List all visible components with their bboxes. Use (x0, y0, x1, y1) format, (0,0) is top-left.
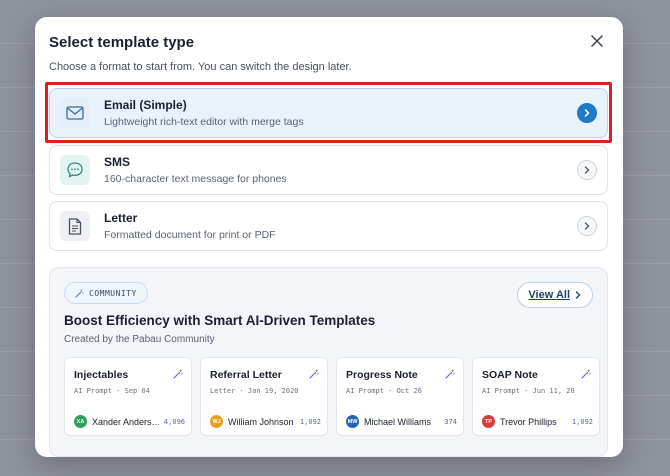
avatar: MW (346, 415, 359, 428)
card-title: SOAP Note (482, 369, 538, 381)
option-arrow-button[interactable] (577, 103, 597, 123)
chevron-right-icon (584, 222, 590, 230)
magic-wand-icon (445, 369, 455, 379)
close-icon (591, 35, 603, 47)
view-all-label: View All (528, 289, 570, 301)
card-title: Injectables (74, 369, 129, 381)
card-author: XA Xander Anders… 4,096 (74, 415, 185, 428)
modal-subtitle: Choose a format to start from. You can s… (49, 61, 352, 73)
avatar: XA (74, 415, 87, 428)
usage-count: 4,096 (163, 417, 185, 426)
community-subtitle: Created by the Pabau Community (64, 334, 215, 345)
chevron-right-icon (584, 109, 590, 117)
option-description: 160-character text message for phones (104, 173, 287, 185)
author-name: William Johnson (228, 416, 294, 427)
usage-count: 1,092 (299, 417, 321, 426)
option-description: Formatted document for print or PDF (104, 229, 276, 241)
chevron-right-icon (575, 291, 581, 299)
magic-wand-icon (173, 369, 183, 379)
chevron-right-icon (584, 166, 590, 174)
avatar: TP (482, 415, 495, 428)
author-name: Xander Anders… (92, 416, 159, 427)
document-icon (68, 217, 82, 235)
option-email-simple[interactable]: Email (Simple) Lightweight rich-text edi… (49, 88, 608, 138)
card-author: WJ William Johnson 1,092 (210, 415, 321, 428)
option-sms[interactable]: SMS 160-character text message for phone… (49, 145, 608, 195)
card-meta: AI Prompt · Sep 04 (74, 387, 150, 395)
option-title: Letter (104, 211, 138, 225)
community-template-card[interactable]: Referral Letter Letter · Jan 19, 2020 WJ… (200, 357, 328, 436)
community-template-card[interactable]: Injectables AI Prompt · Sep 04 XA Xander… (64, 357, 192, 436)
card-title: Progress Note (346, 369, 418, 381)
option-icon-container (60, 98, 90, 128)
community-templates-section: COMMUNITY View All Boost Efficiency with… (49, 267, 608, 457)
option-letter[interactable]: Letter Formatted document for print or P… (49, 201, 608, 251)
avatar: WJ (210, 415, 223, 428)
card-meta: AI Prompt · Oct 26 (346, 387, 422, 395)
magic-wand-icon (309, 369, 319, 379)
community-card-list: Injectables AI Prompt · Sep 04 XA Xander… (64, 357, 600, 436)
option-icon-container (60, 211, 90, 241)
option-title: SMS (104, 155, 131, 169)
modal-title: Select template type (49, 34, 195, 51)
card-author: MW Michael Williams 374 (346, 415, 457, 428)
option-icon-container (60, 155, 90, 185)
community-badge: COMMUNITY (64, 282, 148, 304)
magic-wand-icon (75, 289, 84, 298)
community-template-card[interactable]: Progress Note AI Prompt · Oct 26 MW Mich… (336, 357, 464, 436)
card-meta: AI Prompt · Jun 11, 20 (482, 387, 575, 395)
usage-count: 1,092 (571, 417, 593, 426)
template-type-modal: Select template type Choose a format to … (35, 17, 623, 457)
card-title: Referral Letter (210, 369, 282, 381)
community-badge-label: COMMUNITY (89, 288, 137, 298)
option-title: Email (Simple) (104, 98, 187, 112)
mail-icon (66, 106, 84, 120)
author-name: Michael Williams (364, 416, 432, 427)
community-template-card[interactable]: SOAP Note AI Prompt · Jun 11, 20 TP Trev… (472, 357, 600, 436)
magic-wand-icon (581, 369, 591, 379)
usage-count: 374 (444, 417, 457, 426)
card-meta: Letter · Jan 19, 2020 (210, 387, 299, 395)
option-arrow-button[interactable] (577, 160, 597, 180)
card-author: TP Trevor Phillips 1,092 (482, 415, 593, 428)
option-description: Lightweight rich-text editor with merge … (104, 116, 304, 128)
option-arrow-button[interactable] (577, 216, 597, 236)
community-title: Boost Efficiency with Smart AI-Driven Te… (64, 313, 376, 328)
close-button[interactable] (587, 31, 607, 51)
chat-bubble-icon (67, 162, 83, 178)
view-all-button[interactable]: View All (517, 282, 593, 308)
author-name: Trevor Phillips (500, 416, 557, 427)
